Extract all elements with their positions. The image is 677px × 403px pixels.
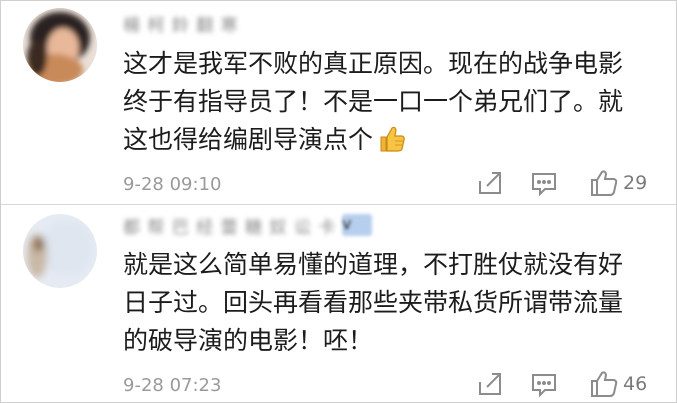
- comment-time: 9-28 09:10: [123, 174, 222, 195]
- comment-list: 楊 柯 鈴 翻 寒 这才是我军不败的真正原因。现在的战争电影 终于有指导员了！不…: [0, 0, 677, 403]
- comment-line: 的破导演的电影！呸！: [123, 326, 374, 355]
- like-icon[interactable]: [589, 168, 619, 198]
- comment-text: 就是这么简单易懂的道理，不打胜仗就没有好 日子过。回头再看看那些夹带私货所谓带流…: [123, 246, 663, 360]
- comment-line: 这才是我军不败的真正原因。现在的战争电影: [123, 49, 624, 78]
- comment-item: 都 帮 巴 经 蕾 糖 奴 讼 卡 v 就是这么简单易懂的道理，不打胜仗就没有好…: [1, 205, 676, 402]
- like-icon[interactable]: [589, 369, 619, 399]
- comment-text: 这才是我军不败的真正原因。现在的战争电影 终于有指导员了！不是一口一个弟兄们了。…: [123, 45, 663, 165]
- avatar[interactable]: [23, 214, 97, 288]
- comment-icon[interactable]: [529, 369, 559, 399]
- avatar[interactable]: [23, 8, 97, 82]
- comment-line: 日子过。回头再看看那些夹带私货所谓带流量: [123, 288, 624, 317]
- comment-line-text: 这也得给编剧导演点个: [123, 125, 374, 154]
- username[interactable]: 都 帮 巴 经 蕾 糖 奴 讼 卡: [123, 213, 355, 238]
- comment-time: 9-28 07:23: [123, 375, 222, 396]
- like-count: 29: [623, 172, 648, 194]
- share-icon[interactable]: [475, 168, 505, 198]
- share-icon[interactable]: [475, 369, 505, 399]
- thumbs-up-icon: [377, 124, 407, 165]
- comment-line: 终于有指导员了！不是一口一个弟兄们了。就: [123, 87, 624, 116]
- comment-line: 这也得给编剧导演点个: [123, 121, 663, 165]
- verified-badge: v: [342, 214, 372, 236]
- comment-line: 就是这么简单易懂的道理，不打胜仗就没有好: [123, 250, 624, 279]
- username[interactable]: 楊 柯 鈴 翻 寒: [123, 11, 273, 36]
- comment-icon[interactable]: [529, 168, 559, 198]
- like-count: 46: [623, 373, 648, 395]
- comment-item: 楊 柯 鈴 翻 寒 这才是我军不败的真正原因。现在的战争电影 终于有指导员了！不…: [1, 1, 676, 204]
